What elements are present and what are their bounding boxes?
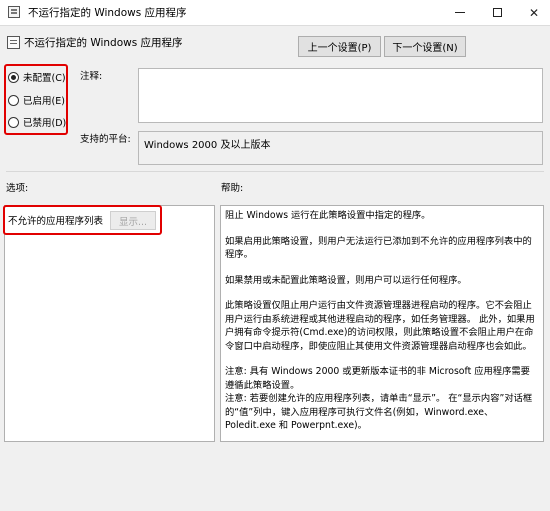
radio-group-highlight — [4, 64, 68, 135]
options-label: 选项: — [6, 183, 29, 194]
minimize-icon — [455, 12, 465, 13]
section-divider — [6, 171, 544, 172]
close-button[interactable]: ✕ — [516, 0, 550, 25]
help-label: 帮助: — [221, 183, 244, 194]
supported-platform-label: 支持的平台: — [80, 134, 131, 145]
close-icon: ✕ — [528, 5, 540, 20]
help-paragraph: 如果禁用或未配置此策略设置，则用户可以运行任何程序。 — [225, 274, 467, 286]
next-setting-button[interactable]: 下一个设置(N) — [384, 36, 466, 57]
help-panel[interactable]: 阻止 Windows 运行在此策略设置中指定的程序。 如果启用此策略设置，则用户… — [220, 205, 544, 442]
options-panel — [4, 205, 215, 442]
window-title: 不运行指定的 Windows 应用程序 — [28, 7, 187, 19]
help-paragraph: 注意: 具有 Windows 2000 或更新版本证书的非 Microsoft … — [225, 366, 530, 391]
help-paragraph: 此策略设置仅阻止用户运行由文件资源管理器进程启动的程序。它不会阻止用户运行由系统… — [225, 300, 535, 352]
previous-setting-button[interactable]: 上一个设置(P) — [298, 36, 381, 57]
comment-label: 注释: — [80, 71, 103, 82]
comment-field[interactable] — [138, 68, 543, 123]
help-paragraph: 注意: 若要创建允许的应用程序列表，请单击“显示”。 在“显示内容”对话框的“值… — [225, 393, 533, 431]
options-highlight — [3, 205, 162, 235]
policy-window-icon — [8, 6, 20, 18]
maximize-icon — [492, 8, 502, 17]
policy-name: 不运行指定的 Windows 应用程序 — [24, 37, 183, 49]
help-paragraph: 阻止 Windows 运行在此策略设置中指定的程序。 — [225, 210, 431, 221]
supported-platform-value: Windows 2000 及以上版本 — [138, 131, 543, 165]
minimize-button[interactable] — [442, 0, 478, 25]
maximize-button[interactable] — [479, 0, 515, 25]
help-paragraph: 如果启用此策略设置，则用户无法运行已添加到不允许的应用程序列表中的程序。 — [225, 235, 532, 261]
policy-setting-icon — [7, 36, 20, 49]
